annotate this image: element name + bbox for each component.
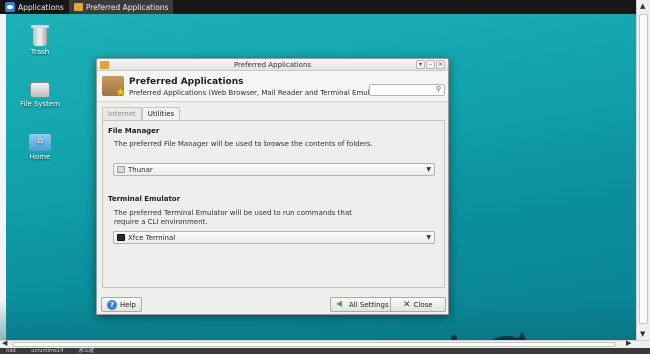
scroll-up-icon[interactable]: ▲ <box>640 2 645 10</box>
window-app-icon <box>73 3 83 11</box>
header-subtitle: Preferred Applications (Web Browser, Mai… <box>129 89 387 97</box>
file-manager-description: The preferred File Manager will be used … <box>114 140 373 148</box>
close-icon: ✕ <box>403 299 411 310</box>
window-controls: ▾ – × <box>416 60 445 69</box>
dialog-header: Preferred Applications Preferred Applica… <box>97 71 448 102</box>
desktop-icon-label: Home <box>29 153 51 161</box>
search-input[interactable]: ⚲ <box>369 84 445 96</box>
tab-internet[interactable]: Internet <box>102 107 142 120</box>
header-title: Preferred Applications <box>129 77 244 87</box>
window-title: Preferred Applications <box>233 60 312 69</box>
preferred-applications-window: Preferred Applications ▾ – × Preferred A… <box>96 58 449 315</box>
desktop-icon-label: Trash <box>30 48 50 56</box>
desktop-left-edge <box>0 14 6 340</box>
vertical-scrollbar[interactable]: ▲ ▼ <box>636 0 650 340</box>
minimize-button[interactable]: – <box>426 60 435 69</box>
terminal-description: The preferred Terminal Emulator will be … <box>114 209 352 226</box>
terminal-select[interactable]: Xfce Terminal ▼ <box>113 231 435 244</box>
desktop-icon-home[interactable]: Home <box>18 134 62 161</box>
scroll-right-icon[interactable]: ▶ <box>626 339 631 347</box>
file-manager-app-icon <box>117 166 125 173</box>
tab-bar: Internet Utilities <box>102 107 181 121</box>
home-folder-icon <box>29 134 51 151</box>
horizontal-scrollbar[interactable]: ◀ ▶ <box>0 339 650 348</box>
help-icon: ? <box>107 299 117 310</box>
scroll-down-icon[interactable]: ▼ <box>640 330 645 338</box>
taskbar-window-label: Preferred Applications <box>85 2 169 12</box>
close-window-button[interactable]: × <box>436 60 445 69</box>
desktop: Trash File System Home Preferred Applica… <box>0 14 636 340</box>
chevron-down-icon: ▼ <box>426 234 431 241</box>
desktop-icon-label: File System <box>19 100 61 108</box>
file-manager-select[interactable]: Thunar ▼ <box>113 163 435 176</box>
xfce-logo-icon <box>5 2 15 12</box>
trash-icon <box>31 25 49 46</box>
all-settings-button[interactable]: All Settings <box>330 297 395 312</box>
preferred-apps-icon <box>102 76 126 99</box>
help-label: Help <box>120 300 136 309</box>
file-manager-value: Thunar <box>128 165 153 174</box>
taskbar-window-button[interactable]: Preferred Applications <box>68 0 174 14</box>
pin-button[interactable]: ▾ <box>416 60 425 69</box>
bottom-status-strip: ltdd ucruntime14 那么键 <box>0 348 650 354</box>
help-button[interactable]: ? Help <box>101 297 142 312</box>
desktop-icon-trash[interactable]: Trash <box>18 25 62 56</box>
scroll-left-icon[interactable]: ◀ <box>2 339 7 347</box>
all-settings-label: All Settings <box>349 300 389 309</box>
close-label: Close <box>413 300 433 309</box>
file-manager-heading: File Manager <box>108 127 160 135</box>
search-icon: ⚲ <box>435 85 441 93</box>
back-arrow-icon <box>336 299 346 309</box>
vertical-scroll-thumb[interactable] <box>639 14 648 324</box>
window-titlebar[interactable]: Preferred Applications ▾ – × <box>97 59 448 71</box>
horizontal-scroll-thumb[interactable] <box>12 342 616 347</box>
terminal-value: Xfce Terminal <box>128 233 176 242</box>
drive-icon <box>30 82 50 98</box>
utilities-panel: File Manager The preferred File Manager … <box>102 120 445 288</box>
tab-utilities[interactable]: Utilities <box>141 107 181 121</box>
applications-menu-button[interactable]: Applications <box>0 0 69 14</box>
chevron-down-icon: ▼ <box>426 166 431 173</box>
close-button[interactable]: ✕ Close <box>390 297 446 312</box>
status-text: ltdd <box>6 348 16 354</box>
desktop-icon-file-system[interactable]: File System <box>18 82 62 108</box>
terminal-heading: Terminal Emulator <box>108 195 181 203</box>
status-text: ucruntime14 <box>31 348 64 354</box>
wallpaper-mouse-graphic <box>451 332 526 340</box>
applications-menu-label: Applications <box>18 2 64 12</box>
top-panel: Applications Preferred Applications <box>0 0 636 14</box>
terminal-app-icon <box>117 234 125 241</box>
window-app-icon <box>100 61 109 69</box>
status-text: 那么键 <box>78 348 94 354</box>
